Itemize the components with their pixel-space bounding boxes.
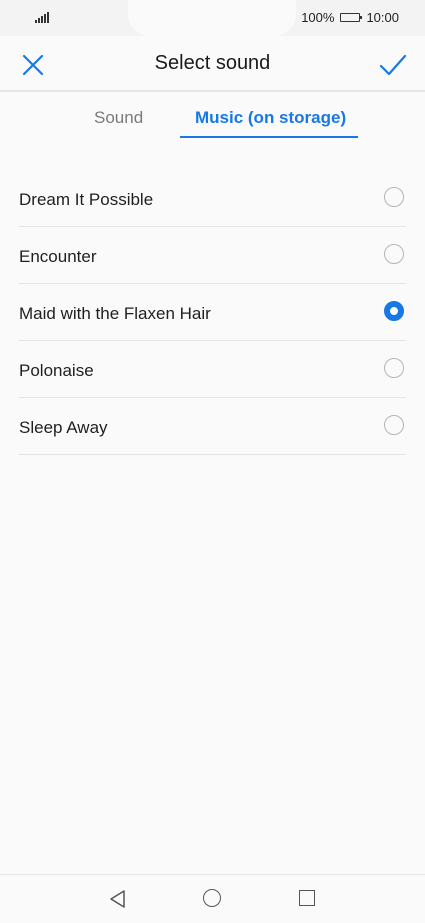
battery-icon: [340, 13, 363, 22]
radio-button[interactable]: [384, 187, 404, 207]
header-divider: [0, 90, 425, 92]
song-list: Dream It Possible Encounter Maid with th…: [19, 170, 406, 455]
page-title: Select sound: [154, 52, 271, 74]
status-right: 100% 10:00: [301, 10, 399, 25]
tab-music-on-storage[interactable]: Music (on storage): [195, 108, 346, 128]
list-item[interactable]: Sleep Away: [19, 398, 406, 455]
list-item[interactable]: Maid with the Flaxen Hair: [19, 284, 406, 341]
battery-percent: 100%: [301, 10, 335, 25]
list-item[interactable]: Dream It Possible: [19, 170, 406, 227]
recents-square-icon[interactable]: [299, 890, 315, 906]
signal-icon: [35, 12, 49, 23]
song-name: Encounter: [19, 247, 97, 266]
back-button[interactable]: [108, 889, 128, 914]
app-header: Select sound: [0, 36, 425, 92]
song-name: Maid with the Flaxen Hair: [19, 304, 211, 323]
radio-button[interactable]: [384, 244, 404, 264]
check-icon: [379, 54, 407, 76]
clock: 10:00: [366, 10, 399, 25]
navigation-bar: [0, 874, 425, 923]
status-bar: 100% 10:00: [0, 0, 425, 36]
confirm-button[interactable]: [379, 52, 407, 78]
list-item[interactable]: Polonaise: [19, 341, 406, 398]
display-notch: [128, 0, 296, 36]
radio-button-selected[interactable]: [384, 301, 404, 321]
back-triangle-icon: [110, 890, 125, 908]
radio-button[interactable]: [384, 358, 404, 378]
song-name: Sleep Away: [19, 418, 108, 437]
song-name: Polonaise: [19, 361, 94, 380]
song-name: Dream It Possible: [19, 190, 154, 209]
radio-button[interactable]: [384, 415, 404, 435]
home-circle-icon[interactable]: [203, 889, 221, 907]
list-item[interactable]: Encounter: [19, 227, 406, 284]
active-tab-indicator: [180, 136, 358, 138]
tab-bar: Sound Music (on storage): [0, 108, 425, 140]
tab-sound[interactable]: Sound: [94, 108, 143, 128]
